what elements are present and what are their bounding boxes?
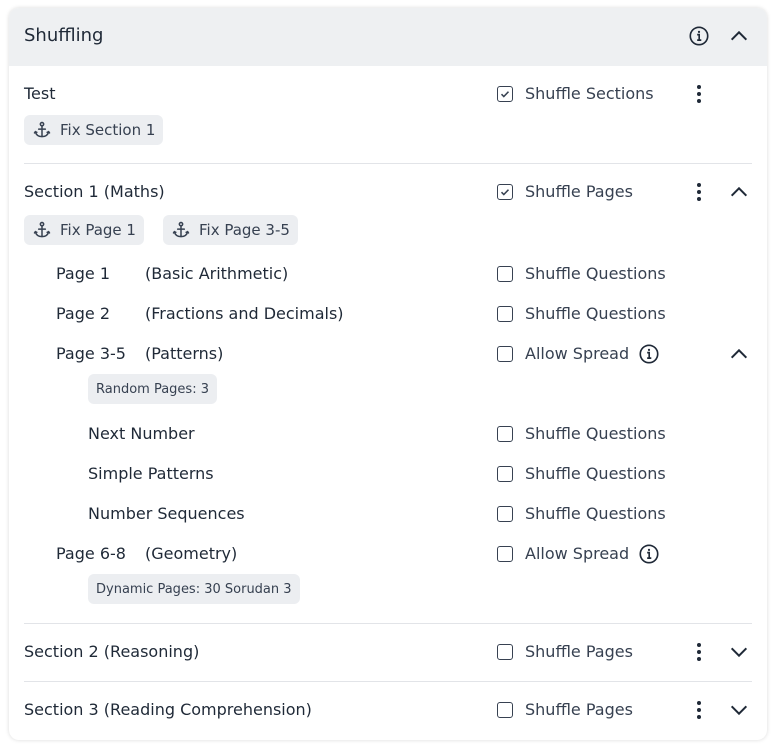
allow-spread-checkbox[interactable] bbox=[497, 546, 513, 562]
dynamic-pages-chip: Dynamic Pages: 30 Sorudan 3 bbox=[88, 574, 300, 604]
allow-spread-checkbox[interactable] bbox=[497, 346, 513, 362]
option-label: Shuffle Questions bbox=[525, 424, 666, 443]
panel-title: Shuffling bbox=[24, 25, 104, 46]
page-desc: (Geometry) bbox=[145, 544, 238, 563]
fix-section-chip[interactable]: Fix Section 1 bbox=[24, 115, 164, 145]
panel-header[interactable]: Shuffling bbox=[9, 8, 767, 66]
shuffle-pages-checkbox[interactable] bbox=[497, 644, 513, 660]
test-label: Test bbox=[24, 84, 56, 103]
section-1-label: Section 1 (Maths) bbox=[24, 182, 165, 201]
item-name: Number Sequences bbox=[88, 504, 245, 523]
chip-label: Fix Section 1 bbox=[60, 121, 156, 139]
option-label: Allow Spread bbox=[525, 544, 630, 563]
chip-label: Fix Page 3-5 bbox=[199, 221, 290, 239]
shuffle-pages-checkbox[interactable] bbox=[497, 184, 513, 200]
chevron-up-icon[interactable] bbox=[728, 343, 750, 365]
shuffle-questions-checkbox[interactable] bbox=[497, 506, 513, 522]
page-name: Page 2 bbox=[56, 304, 110, 323]
option-label: Allow Spread bbox=[525, 344, 630, 363]
page-desc: (Fractions and Decimals) bbox=[145, 304, 344, 323]
page-desc: (Basic Arithmetic) bbox=[145, 264, 289, 283]
more-options-icon[interactable] bbox=[696, 700, 702, 720]
page-name: Page 3-5 bbox=[56, 344, 126, 363]
chevron-up-icon[interactable] bbox=[728, 25, 750, 47]
fix-page-chip[interactable]: Fix Page 3-5 bbox=[163, 215, 298, 245]
divider bbox=[24, 681, 752, 682]
fix-page-chip[interactable]: Fix Page 1 bbox=[24, 215, 144, 245]
info-icon[interactable] bbox=[638, 543, 660, 565]
shuffling-panel: Shuffling Test Shuffle Sections Fix Sect… bbox=[9, 8, 767, 740]
shuffle-pages-label: Shuffle Pages bbox=[525, 700, 633, 719]
shuffle-questions-checkbox[interactable] bbox=[497, 426, 513, 442]
item-name: Simple Patterns bbox=[88, 464, 214, 483]
more-options-icon[interactable] bbox=[696, 642, 702, 662]
shuffle-pages-label: Shuffle Pages bbox=[525, 642, 633, 661]
info-icon[interactable] bbox=[688, 25, 710, 47]
chevron-down-icon[interactable] bbox=[728, 641, 750, 663]
section-2-label: Section 2 (Reasoning) bbox=[24, 642, 200, 661]
chip-label: Fix Page 1 bbox=[60, 221, 136, 239]
divider bbox=[24, 623, 752, 624]
info-icon[interactable] bbox=[638, 343, 660, 365]
more-options-icon[interactable] bbox=[696, 84, 702, 104]
option-label: Shuffle Questions bbox=[525, 264, 666, 283]
chip-label: Dynamic Pages: 30 Sorudan 3 bbox=[96, 581, 292, 597]
divider bbox=[24, 163, 752, 164]
chevron-down-icon[interactable] bbox=[728, 699, 750, 721]
page-name: Page 1 bbox=[56, 264, 110, 283]
item-name: Next Number bbox=[88, 424, 195, 443]
anchor-icon bbox=[32, 220, 52, 240]
shuffle-pages-label: Shuffle Pages bbox=[525, 182, 633, 201]
shuffle-questions-checkbox[interactable] bbox=[497, 306, 513, 322]
shuffle-questions-checkbox[interactable] bbox=[497, 466, 513, 482]
chevron-up-icon[interactable] bbox=[728, 181, 750, 203]
shuffle-sections-label: Shuffle Sections bbox=[525, 84, 654, 103]
anchor-icon bbox=[171, 220, 191, 240]
option-label: Shuffle Questions bbox=[525, 464, 666, 483]
chip-label: Random Pages: 3 bbox=[96, 381, 209, 397]
anchor-icon bbox=[32, 120, 52, 140]
section-3-label: Section 3 (Reading Comprehension) bbox=[24, 700, 312, 719]
more-options-icon[interactable] bbox=[696, 182, 702, 202]
random-pages-chip: Random Pages: 3 bbox=[88, 374, 217, 404]
page-name: Page 6-8 bbox=[56, 544, 126, 563]
option-label: Shuffle Questions bbox=[525, 304, 666, 323]
shuffle-questions-checkbox[interactable] bbox=[497, 266, 513, 282]
shuffle-pages-checkbox[interactable] bbox=[497, 702, 513, 718]
page-desc: (Patterns) bbox=[145, 344, 224, 363]
option-label: Shuffle Questions bbox=[525, 504, 666, 523]
shuffle-sections-checkbox[interactable] bbox=[497, 86, 513, 102]
